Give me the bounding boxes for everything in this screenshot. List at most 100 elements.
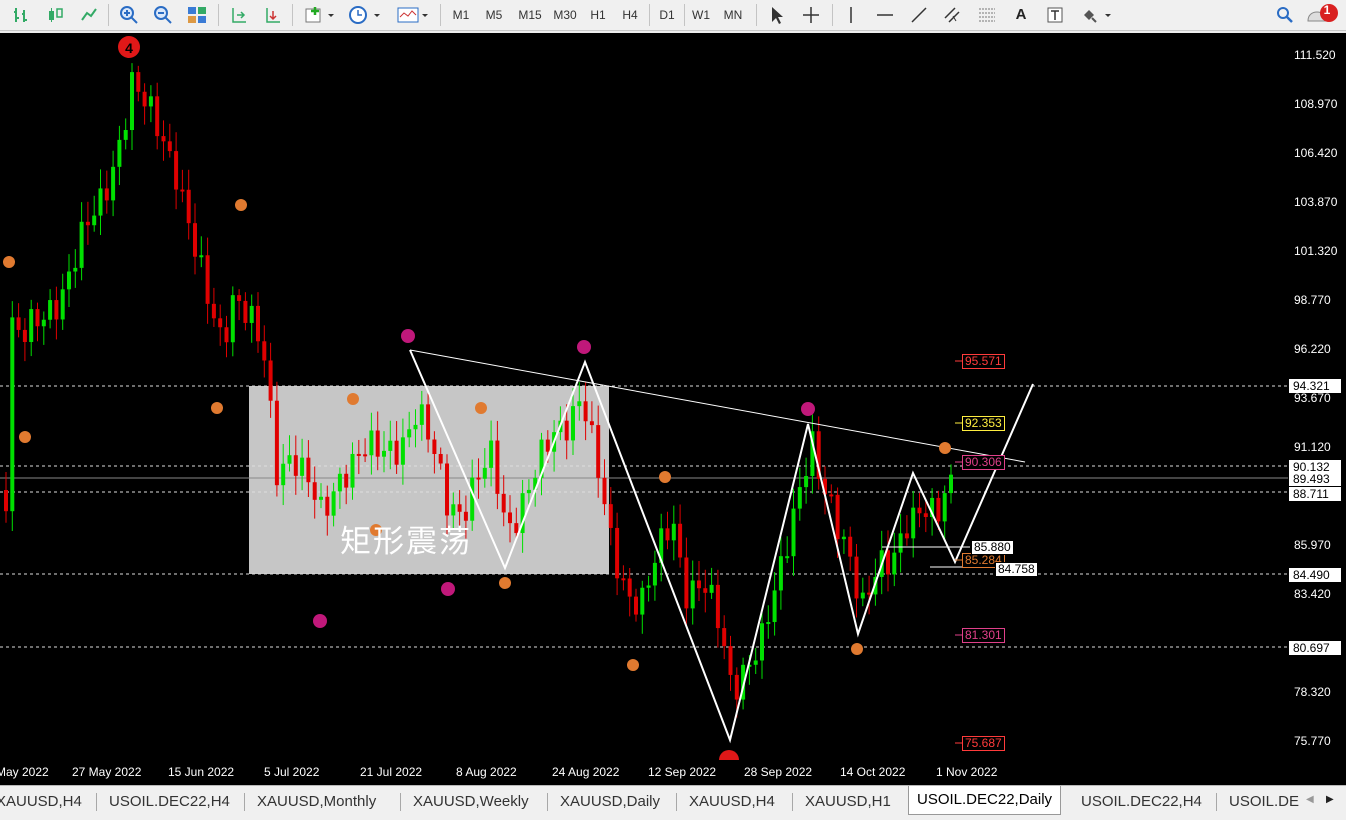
candle-body xyxy=(715,584,720,629)
zoom-out-icon[interactable] xyxy=(150,3,176,26)
tf-w1[interactable]: W1 xyxy=(688,3,714,26)
templates-icon[interactable] xyxy=(392,3,432,26)
tab-chart-active[interactable]: USOIL.DEC22,Daily xyxy=(908,786,1062,815)
tf-d1[interactable]: D1 xyxy=(654,3,680,26)
price-tick: 103.870 xyxy=(1294,195,1338,209)
arrows-shapes-icon[interactable] xyxy=(1076,3,1116,26)
price-tick: 106.420 xyxy=(1294,146,1338,160)
candle-body xyxy=(161,136,166,142)
tab-chart[interactable]: XAUUSD,Weekly xyxy=(413,790,529,814)
tab-chart[interactable]: USOIL.DEC22,H4 xyxy=(1081,790,1202,814)
vertical-line-icon[interactable] xyxy=(838,3,864,26)
price-tick: 108.970 xyxy=(1294,97,1338,111)
candle-body xyxy=(382,450,386,457)
trendline-icon[interactable] xyxy=(906,3,932,26)
crosshair-icon[interactable] xyxy=(798,3,824,26)
candle-body xyxy=(753,660,758,665)
candle-body xyxy=(564,420,569,441)
notification-count: 1 xyxy=(1323,3,1331,17)
candle-body xyxy=(829,494,834,497)
tf-h4[interactable]: H4 xyxy=(617,3,643,26)
time-tick: 8 Aug 2022 xyxy=(456,765,517,779)
price-tick: 96.220 xyxy=(1294,342,1331,356)
wave-marker-1 xyxy=(659,471,671,483)
tf-m5[interactable]: M5 xyxy=(481,3,507,26)
candle-body xyxy=(388,440,393,451)
candle-body xyxy=(791,508,796,557)
candle-body xyxy=(73,267,78,272)
zoom-in-icon[interactable] xyxy=(116,3,142,26)
cursor-icon[interactable] xyxy=(764,3,790,26)
candle-body xyxy=(634,596,638,615)
candle-body xyxy=(804,476,809,488)
tab-chart[interactable]: XAUUSD,H4 xyxy=(689,790,775,814)
wave-marker-1 xyxy=(627,659,639,671)
text-tool-icon[interactable]: A xyxy=(1008,3,1034,26)
candle-body xyxy=(41,319,46,327)
candle-body xyxy=(526,489,531,494)
candle-body xyxy=(356,453,361,456)
tab-chart[interactable]: XAUUSD,Daily xyxy=(560,790,660,814)
candle-body xyxy=(904,533,909,539)
candle-body xyxy=(772,590,777,623)
wave-marker-1 xyxy=(475,402,487,414)
fib-level-2: 92.353 xyxy=(962,416,1005,431)
fibonacci-icon[interactable] xyxy=(974,3,1000,26)
candle-body xyxy=(608,504,613,528)
tf-m1[interactable]: M1 xyxy=(448,3,474,26)
tab-chart[interactable]: XAUUSD,Monthly xyxy=(257,790,376,814)
candle-body xyxy=(722,628,727,647)
chart-tabs: XAUUSD,H4 USOIL.DEC22,H4 XAUUSD,Monthly … xyxy=(0,785,1346,820)
tf-h1[interactable]: H1 xyxy=(585,3,611,26)
wave-marker-bottom xyxy=(719,750,739,760)
candle-body xyxy=(501,493,506,513)
candle-body xyxy=(60,289,65,320)
wave-marker-1 xyxy=(939,442,951,454)
candle-body xyxy=(470,477,475,521)
candle-body xyxy=(369,430,374,456)
text-label-icon[interactable] xyxy=(1042,3,1068,26)
fib-level-3: 90.306 xyxy=(962,455,1005,470)
equidistant-channel-icon[interactable] xyxy=(940,3,966,26)
candle-body xyxy=(778,556,783,591)
time-axis[interactable]: May 2022 27 May 2022 15 Jun 2022 5 Jul 2… xyxy=(0,760,1346,785)
candle-body xyxy=(923,513,928,518)
tile-windows-icon[interactable] xyxy=(184,3,210,26)
chart-shift-icon[interactable] xyxy=(226,3,252,26)
scroll-tabs-right-icon[interactable]: ▶ xyxy=(1326,794,1334,805)
tf-mn[interactable]: MN xyxy=(720,3,746,26)
tab-chart[interactable]: XAUUSD,H4 xyxy=(0,790,82,814)
tab-chart[interactable]: USOIL.DEC22,H1 xyxy=(1229,790,1299,814)
candle-body xyxy=(48,300,53,320)
autoscroll-icon[interactable] xyxy=(260,3,286,26)
candle-body xyxy=(281,463,286,486)
tf-m30[interactable]: M30 xyxy=(549,3,581,26)
candle-body xyxy=(848,536,853,557)
candle-body xyxy=(476,477,481,480)
candle-body xyxy=(432,439,437,454)
candle-body xyxy=(917,507,922,514)
horizontal-line-icon[interactable] xyxy=(872,3,898,26)
wave-marker-1 xyxy=(499,577,511,589)
tab-chart[interactable]: XAUUSD,H1 xyxy=(805,790,891,814)
periodicity-clock-icon[interactable] xyxy=(344,3,384,26)
scroll-tabs-left-icon[interactable]: ◀ xyxy=(1306,794,1314,805)
tf-m15[interactable]: M15 xyxy=(514,3,546,26)
candle-body xyxy=(867,592,872,595)
chart-area[interactable]: 4 矩形震荡 xyxy=(0,33,1288,760)
rectangle-consolidation-label: 矩形震荡 xyxy=(340,524,472,560)
bar-chart-icon[interactable] xyxy=(8,3,34,26)
candle-body xyxy=(678,523,683,558)
wave-marker-1 xyxy=(19,431,31,443)
toolbar: M1 M5 M15 M30 H1 H4 D1 W1 MN A 1 xyxy=(0,0,1346,31)
candle-body xyxy=(256,305,260,342)
line-chart-icon[interactable] xyxy=(76,3,102,26)
time-tick: 5 Jul 2022 xyxy=(264,765,320,779)
search-icon[interactable] xyxy=(1272,3,1298,26)
wave-marker-1 xyxy=(347,393,359,405)
tab-chart[interactable]: USOIL.DEC22,H4 xyxy=(109,790,230,814)
candlestick-icon[interactable] xyxy=(42,3,68,26)
indicators-icon[interactable] xyxy=(300,3,338,26)
wave-marker-1 xyxy=(851,643,863,655)
candle-body xyxy=(274,400,279,486)
